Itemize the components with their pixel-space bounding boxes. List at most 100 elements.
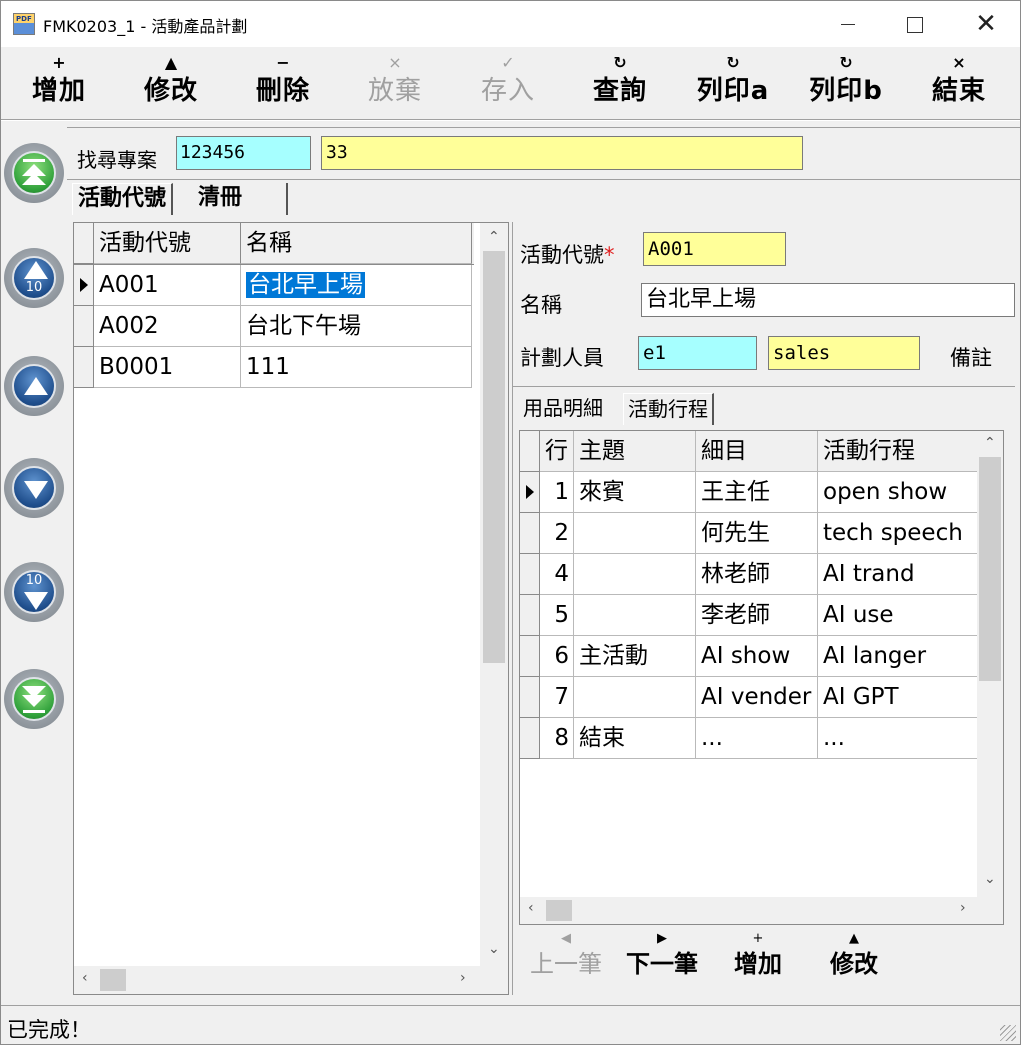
exit-button[interactable]: × 結束 (903, 52, 1015, 116)
schedule-cell-topic[interactable]: 來賓 (574, 472, 696, 513)
schedule-cell-item[interactable]: 林老師 (696, 554, 818, 595)
schedule-cell-topic[interactable] (574, 554, 696, 595)
edit-button[interactable]: ▲ 修改 (115, 52, 227, 116)
schedule-cell-line[interactable]: 8 (540, 718, 574, 759)
previous-record-button[interactable] (4, 356, 64, 416)
tab-activity-code[interactable]: 活動代號 (72, 183, 174, 215)
close-button[interactable]: ✕ (956, 1, 1016, 47)
schedule-cell-schedule[interactable]: ... (818, 718, 978, 759)
schedule-cell-schedule[interactable]: AI GPT (818, 677, 978, 718)
schedule-cell-topic[interactable] (574, 513, 696, 554)
list-cell-name[interactable]: 台北早上場 (241, 265, 472, 306)
column-header-code[interactable]: 活動代號 (94, 223, 241, 264)
row-indicator[interactable] (520, 595, 540, 636)
previous-record-button[interactable]: ◀ 上一筆 (521, 931, 611, 981)
save-button[interactable]: ✓ 存入 (452, 52, 564, 116)
query-button[interactable]: ↻ 查詢 (564, 52, 676, 116)
schedule-vertical-scrollbar[interactable]: ⌃ ⌄ (977, 431, 1003, 897)
last-record-button[interactable] (4, 669, 64, 729)
schedule-cell-line[interactable]: 1 (540, 472, 574, 513)
scroll-right-icon[interactable]: › (460, 970, 466, 986)
column-header-schedule[interactable]: 活動行程 (818, 431, 978, 472)
schedule-cell-topic[interactable]: 主活動 (574, 636, 696, 677)
add-button[interactable]: + 增加 (3, 52, 115, 116)
row-indicator[interactable] (74, 265, 94, 306)
list-cell-code[interactable]: A001 (94, 265, 241, 306)
column-header-item[interactable]: 細目 (696, 431, 818, 472)
schedule-scroll-right-icon[interactable]: › (960, 900, 966, 916)
scroll-left-icon[interactable]: ‹ (82, 970, 88, 986)
scroll-down-icon[interactable]: ⌄ (488, 941, 500, 957)
row-indicator[interactable] (74, 347, 94, 388)
activity-code-field[interactable]: A001 (643, 232, 786, 266)
list-cell-name[interactable]: 台北下午場 (241, 306, 472, 347)
discard-button[interactable]: × 放棄 (339, 52, 451, 116)
edit-line-button[interactable]: ▲ 修改 (809, 931, 899, 981)
schedule-scroll-thumb[interactable] (979, 457, 1001, 681)
resize-grip-icon[interactable] (1000, 1025, 1016, 1041)
schedule-cell-item[interactable]: ... (696, 718, 818, 759)
schedule-cell-item[interactable]: AI vender (696, 677, 818, 718)
schedule-cell-line[interactable]: 6 (540, 636, 574, 677)
schedule-cell-line[interactable]: 7 (540, 677, 574, 718)
list-hscroll-thumb[interactable] (100, 969, 126, 991)
minimize-button[interactable] (819, 1, 879, 47)
schedule-cell-line[interactable]: 2 (540, 513, 574, 554)
tab-item-details[interactable]: 用品明細 (519, 393, 607, 425)
schedule-cell-schedule[interactable]: AI langer (818, 636, 978, 677)
list-scroll-thumb[interactable] (483, 251, 505, 663)
schedule-scroll-left-icon[interactable]: ‹ (528, 900, 534, 916)
column-header-topic[interactable]: 主題 (574, 431, 696, 472)
schedule-scroll-down-icon[interactable]: ⌄ (984, 871, 996, 887)
schedule-cell-schedule[interactable]: tech speech (818, 513, 978, 554)
first-record-button[interactable] (4, 143, 64, 203)
schedule-cell-topic[interactable]: 結束 (574, 718, 696, 759)
name-field[interactable]: 台北早上場 (641, 283, 1015, 317)
schedule-cell-item[interactable]: 王主任 (696, 472, 818, 513)
schedule-cell-item[interactable]: 李老師 (696, 595, 818, 636)
next-record-button[interactable]: ▶ 下一筆 (617, 931, 707, 981)
row-indicator[interactable] (520, 554, 540, 595)
delete-button[interactable]: − 刪除 (227, 52, 339, 116)
search-name-input[interactable]: 33 (321, 136, 803, 170)
print-b-button[interactable]: ↻ 列印b (790, 52, 902, 116)
schedule-cell-schedule[interactable]: AI use (818, 595, 978, 636)
required-mark: * (604, 243, 615, 267)
row-indicator[interactable] (520, 513, 540, 554)
list-cell-code[interactable]: A002 (94, 306, 241, 347)
tab-activity-schedule[interactable]: 活動行程 (623, 393, 714, 425)
schedule-cell-item[interactable]: AI show (696, 636, 818, 677)
list-horizontal-scrollbar[interactable]: ‹ › (74, 966, 480, 994)
add-line-button[interactable]: + 增加 (713, 931, 803, 981)
maximize-button[interactable] (885, 1, 945, 47)
list-vertical-scrollbar[interactable]: ⌃ ⌄ (480, 223, 508, 994)
schedule-cell-line[interactable]: 5 (540, 595, 574, 636)
list-cell-code[interactable]: B0001 (94, 347, 241, 388)
row-indicator[interactable] (74, 306, 94, 347)
schedule-cell-schedule[interactable]: AI trand (818, 554, 978, 595)
planner-name-field[interactable]: sales (768, 336, 920, 370)
planner-code-field[interactable]: e1 (638, 336, 757, 370)
schedule-cell-line[interactable]: 4 (540, 554, 574, 595)
column-header-line[interactable]: 行 (540, 431, 574, 472)
row-indicator[interactable] (520, 472, 540, 513)
schedule-cell-topic[interactable] (574, 595, 696, 636)
print-a-button[interactable]: ↻ 列印a (677, 52, 789, 116)
search-code-input[interactable]: 123456 (176, 136, 311, 170)
schedule-cell-topic[interactable] (574, 677, 696, 718)
row-indicator[interactable] (520, 718, 540, 759)
list-cell-name[interactable]: 111 (241, 347, 472, 388)
up-10-button[interactable]: 10 (4, 248, 64, 308)
schedule-hscroll-thumb[interactable] (546, 900, 572, 921)
row-indicator[interactable] (520, 636, 540, 677)
column-header-name[interactable]: 名稱 (241, 223, 472, 264)
scroll-up-icon[interactable]: ⌃ (488, 229, 500, 245)
down-10-button[interactable]: 10 (4, 562, 64, 622)
schedule-horizontal-scrollbar[interactable]: ‹ › (520, 897, 1003, 924)
schedule-cell-schedule[interactable]: open show (818, 472, 978, 513)
schedule-cell-item[interactable]: 何先生 (696, 513, 818, 554)
schedule-scroll-up-icon[interactable]: ⌃ (984, 435, 996, 451)
row-indicator[interactable] (520, 677, 540, 718)
tab-roster[interactable]: 清冊 (193, 183, 288, 215)
next-record-button[interactable] (4, 458, 64, 518)
